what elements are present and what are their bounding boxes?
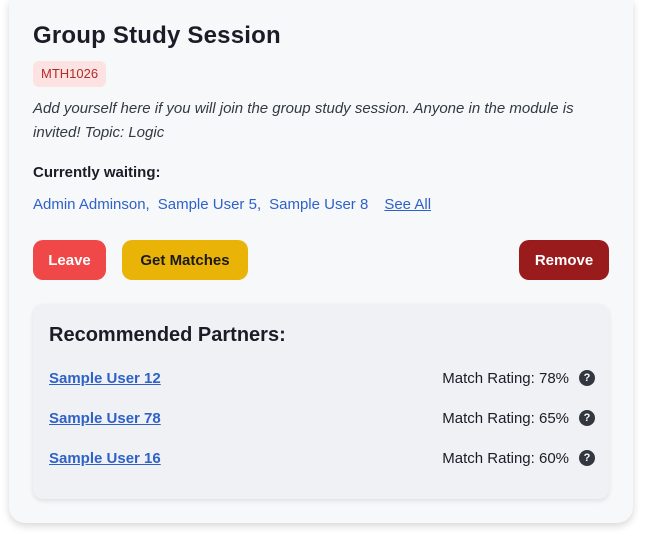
session-title: Group Study Session bbox=[33, 22, 281, 49]
match-rating-group: Match Rating: 60% ? bbox=[442, 450, 595, 467]
partner-link[interactable]: Sample User 12 bbox=[49, 370, 161, 387]
match-rating-group: Match Rating: 78% ? bbox=[442, 370, 595, 387]
recommended-partners-panel: Recommended Partners: Sample User 12 Mat… bbox=[33, 304, 609, 499]
question-circle-icon[interactable]: ? bbox=[579, 370, 595, 386]
match-rating: Match Rating: 78% bbox=[442, 369, 569, 387]
partner-link[interactable]: Sample User 16 bbox=[49, 450, 161, 467]
waiting-users-list: Admin Adminson, Sample User 5, Sample Us… bbox=[33, 196, 431, 213]
currently-waiting-label: Currently waiting: bbox=[33, 164, 161, 181]
match-rating: Match Rating: 60% bbox=[442, 449, 569, 467]
match-rating: Match Rating: 65% bbox=[442, 409, 569, 427]
remove-button[interactable]: Remove bbox=[519, 240, 609, 280]
partner-link[interactable]: Sample User 78 bbox=[49, 410, 161, 427]
waiting-user: Sample User 8 bbox=[269, 196, 369, 213]
session-description: Add yourself here if you will join the g… bbox=[33, 100, 574, 141]
waiting-user: Sample User 5, bbox=[157, 196, 262, 213]
partner-row: Sample User 78 Match Rating: 65% ? bbox=[49, 406, 595, 430]
match-rating-group: Match Rating: 65% ? bbox=[442, 410, 595, 427]
question-circle-icon[interactable]: ? bbox=[579, 450, 595, 466]
waiting-user: Admin Adminson, bbox=[33, 196, 150, 213]
leave-button[interactable]: Leave bbox=[33, 240, 106, 280]
partner-row: Sample User 16 Match Rating: 60% ? bbox=[49, 446, 595, 470]
question-circle-icon[interactable]: ? bbox=[579, 410, 595, 426]
module-code-badge: MTH1026 bbox=[33, 61, 107, 87]
recommended-partners-title: Recommended Partners: bbox=[49, 324, 286, 346]
see-all-link[interactable]: See All bbox=[384, 196, 431, 213]
get-matches-button[interactable]: Get Matches bbox=[122, 240, 248, 280]
study-session-card: Group Study Session MTH1026 Add yourself… bbox=[9, 0, 633, 523]
partner-row: Sample User 12 Match Rating: 78% ? bbox=[49, 366, 595, 390]
